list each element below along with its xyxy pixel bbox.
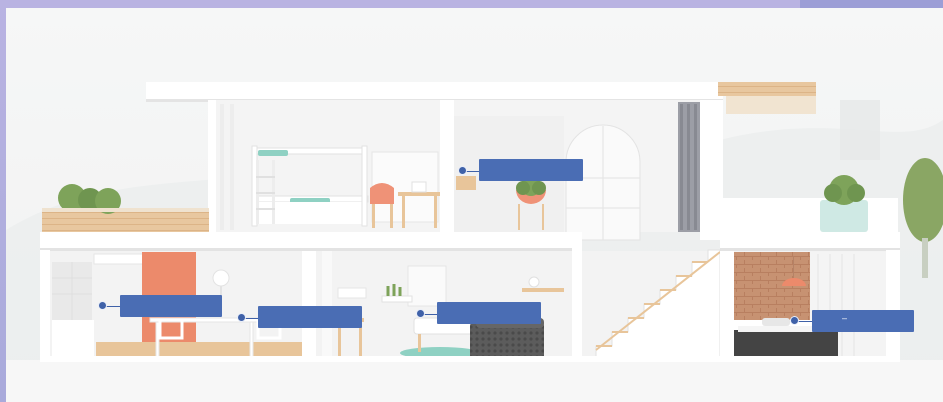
callout-dot <box>237 313 246 322</box>
callout-tag[interactable] <box>437 302 541 324</box>
callout-dot <box>458 166 467 175</box>
callout-label: – <box>842 313 848 323</box>
house-illustration <box>0 0 943 402</box>
callout-dot <box>790 316 799 325</box>
callout-tag[interactable] <box>258 306 362 328</box>
callout-tag[interactable] <box>120 295 222 317</box>
callout-tag[interactable]: – <box>812 310 914 332</box>
callout-dot <box>416 309 425 318</box>
callout-tag[interactable] <box>479 159 583 181</box>
callout-dot <box>98 301 107 310</box>
